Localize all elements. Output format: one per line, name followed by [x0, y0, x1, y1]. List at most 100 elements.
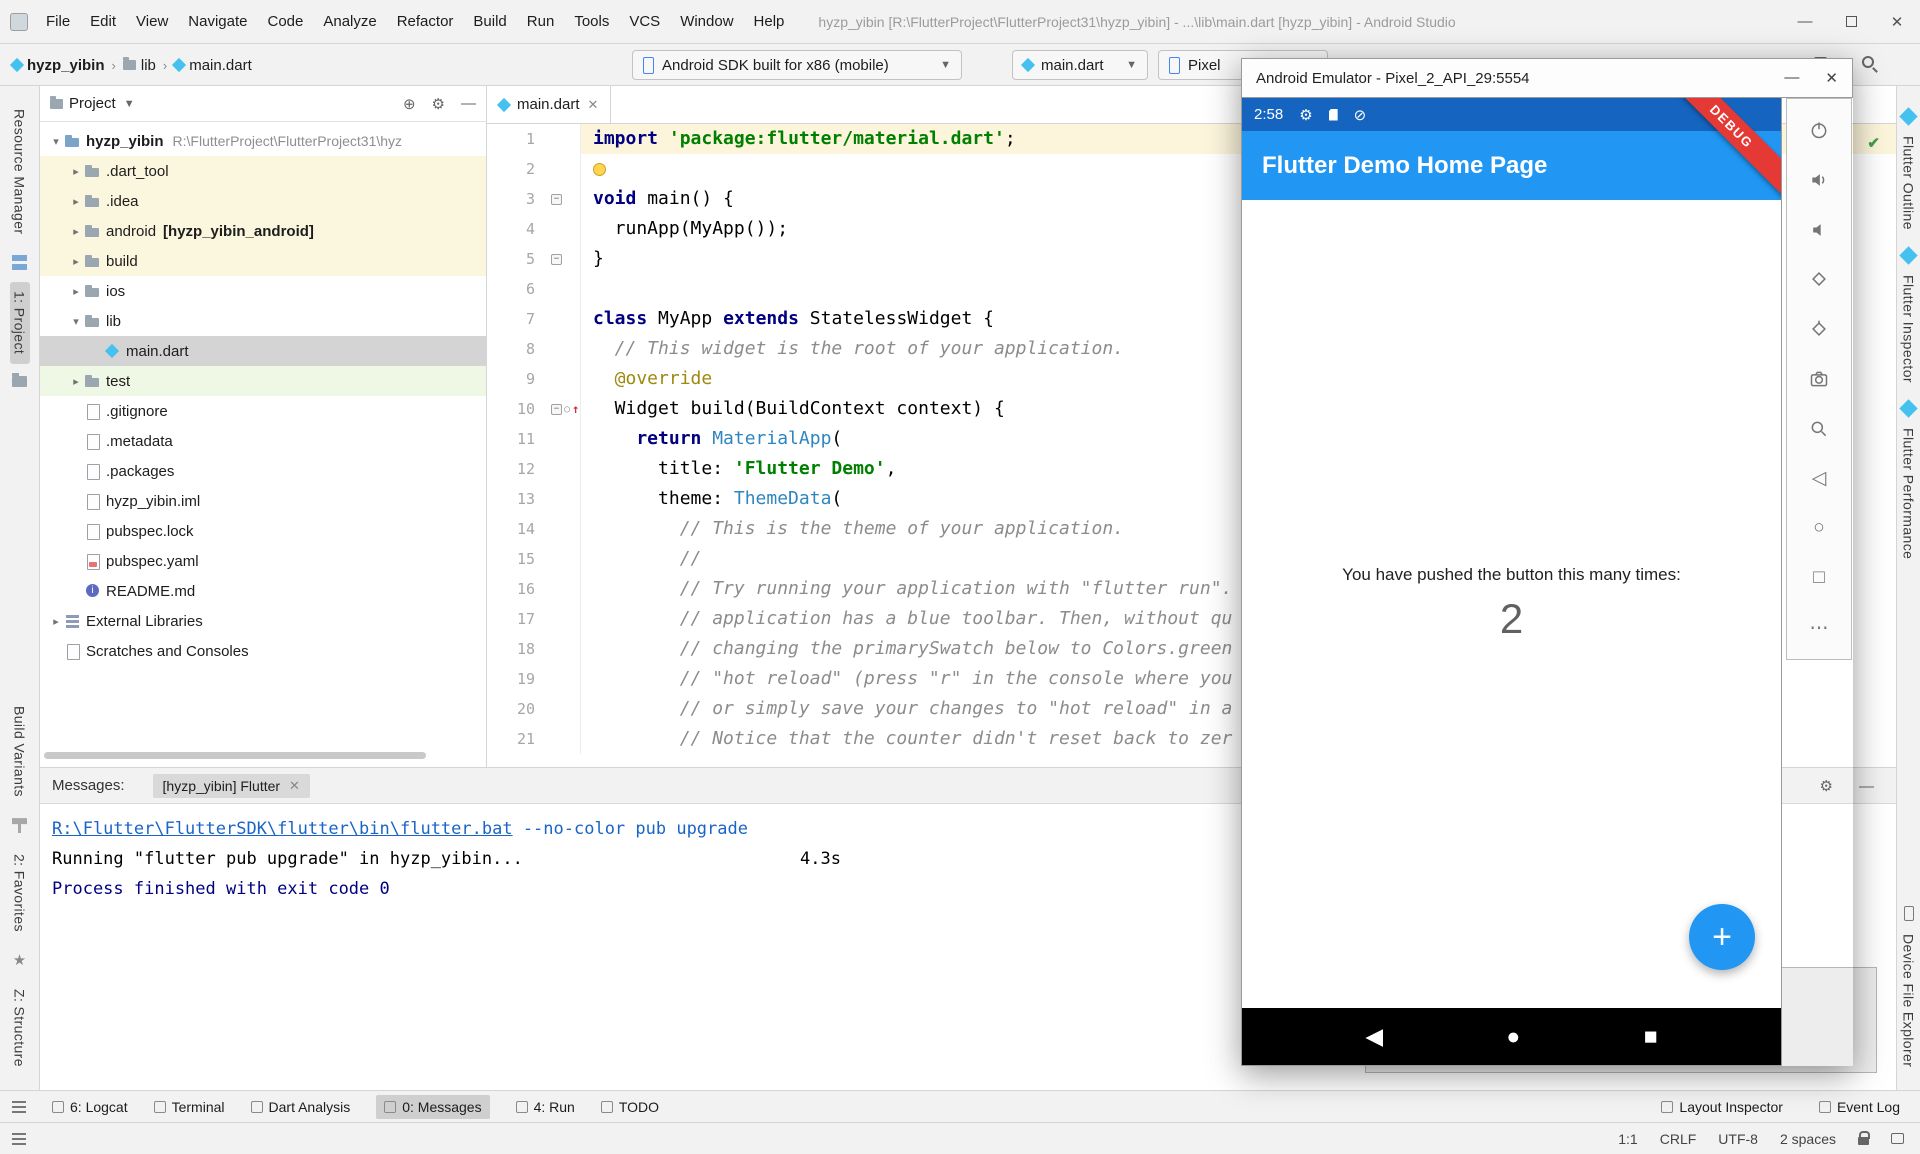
- emulator-title-bar[interactable]: Android Emulator - Pixel_2_API_29:5554 —…: [1241, 58, 1853, 98]
- chevron-down-icon[interactable]: ▾: [68, 315, 84, 328]
- toolwindow-button-4-run[interactable]: 4: Run: [516, 1099, 575, 1115]
- locate-file-icon[interactable]: ⊕: [403, 95, 416, 113]
- close-button[interactable]: ✕: [1874, 0, 1920, 43]
- menu-file[interactable]: File: [36, 13, 80, 30]
- tree-item-pubspec-lock[interactable]: pubspec.lock: [40, 516, 486, 546]
- fold-icon[interactable]: −: [551, 404, 562, 415]
- maximize-button[interactable]: [1828, 0, 1874, 43]
- toolwindow-switcher-icon[interactable]: [12, 1133, 26, 1145]
- device-selector-dropdown[interactable]: Android SDK built for x86 (mobile) ▼: [632, 50, 962, 80]
- tree-item-external-libraries[interactable]: ▸External Libraries: [40, 606, 486, 636]
- tool-button-device-file-explorer[interactable]: Device File Explorer: [1899, 925, 1919, 1076]
- power-icon[interactable]: [1787, 105, 1851, 155]
- line-separator[interactable]: CRLF: [1660, 1131, 1697, 1147]
- toolwindow-button-terminal[interactable]: Terminal: [154, 1099, 225, 1115]
- rotate-left-icon[interactable]: [1787, 254, 1851, 304]
- toolwindow-button-0-messages[interactable]: 0: Messages: [376, 1095, 489, 1119]
- zoom-icon[interactable]: [1787, 404, 1851, 454]
- tree-item-build[interactable]: ▸build: [40, 246, 486, 276]
- emulator-screen[interactable]: 2:58 ⚙ ⊘ Flutter Demo Home Page DEBUG Yo…: [1241, 98, 1782, 1066]
- tool-button-flutter-outline[interactable]: Flutter Outline: [1899, 127, 1919, 239]
- settings-gear-icon[interactable]: ⚙: [432, 95, 445, 113]
- messages-tab-flutter[interactable]: [hyzp_yibin] Flutter ✕: [153, 774, 310, 798]
- toolwindow-button-event-log[interactable]: Event Log: [1819, 1099, 1900, 1115]
- inspections-ok-indicator[interactable]: ✔: [1867, 134, 1880, 152]
- readonly-lock-icon[interactable]: [1858, 1137, 1869, 1145]
- emulator-close-button[interactable]: ✕: [1825, 69, 1838, 87]
- toolwindow-button-dart-analysis[interactable]: Dart Analysis: [251, 1099, 351, 1115]
- overview-icon[interactable]: □: [1787, 553, 1851, 603]
- breadcrumb-item-main-dart[interactable]: main.dart: [174, 57, 252, 74]
- project-panel-title[interactable]: Project: [69, 95, 116, 112]
- hide-panel-icon[interactable]: —: [461, 95, 476, 113]
- fab-increment-button[interactable]: +: [1689, 904, 1755, 970]
- tree-item-scratches-and-consoles[interactable]: Scratches and Consoles: [40, 636, 486, 666]
- menu-build[interactable]: Build: [463, 13, 516, 30]
- chevron-right-icon[interactable]: ▸: [68, 255, 84, 268]
- chevron-right-icon[interactable]: ▸: [68, 225, 84, 238]
- tool-button-flutter-performance[interactable]: Flutter Performance: [1899, 419, 1919, 568]
- menu-help[interactable]: Help: [744, 13, 795, 30]
- nav-back-icon[interactable]: ◀: [1365, 1023, 1383, 1050]
- menu-run[interactable]: Run: [517, 13, 565, 30]
- tree-item-android[interactable]: ▸android[hyzp_yibin_android]: [40, 216, 486, 246]
- toolwindow-button-layout-inspector[interactable]: Layout Inspector: [1661, 1099, 1783, 1115]
- chevron-right-icon[interactable]: ▸: [68, 195, 84, 208]
- tool-button-2-favorites[interactable]: 2: Favorites: [10, 845, 30, 941]
- override-marker-icon[interactable]: ○: [564, 404, 570, 415]
- menu-code[interactable]: Code: [257, 13, 313, 30]
- navigate-super-icon[interactable]: ↑: [572, 402, 579, 416]
- chevron-right-icon[interactable]: ▸: [68, 285, 84, 298]
- minimize-button[interactable]: —: [1782, 0, 1828, 43]
- rotate-right-icon[interactable]: [1787, 304, 1851, 354]
- close-tab-icon[interactable]: ✕: [289, 778, 300, 794]
- back-icon[interactable]: ◁: [1787, 454, 1851, 504]
- breadcrumb-item-lib[interactable]: lib: [123, 57, 156, 74]
- emulator-minimize-button[interactable]: —: [1784, 69, 1799, 87]
- editor-tab-main-dart[interactable]: main.dart ✕: [487, 86, 611, 123]
- tool-button-build-variants[interactable]: Build Variants: [10, 697, 30, 806]
- menu-analyze[interactable]: Analyze: [313, 13, 386, 30]
- tool-button-z-structure[interactable]: Z: Structure: [10, 980, 30, 1076]
- flutter-bat-link[interactable]: R:\Flutter\FlutterSDK\flutter\bin\flutte…: [52, 819, 513, 839]
- tree-item-gitignore[interactable]: .gitignore: [40, 396, 486, 426]
- more-icon[interactable]: ⋯: [1787, 603, 1851, 653]
- hide-panel-icon[interactable]: —: [1859, 778, 1874, 795]
- nav-overview-icon[interactable]: ■: [1644, 1023, 1658, 1050]
- tree-item-metadata[interactable]: .metadata: [40, 426, 486, 456]
- tool-button-1-project[interactable]: 1: Project: [10, 282, 30, 363]
- notifications-icon[interactable]: [1891, 1133, 1904, 1144]
- menu-vcs[interactable]: VCS: [619, 13, 670, 30]
- tree-item-readme-md[interactable]: README.md: [40, 576, 486, 606]
- menu-refactor[interactable]: Refactor: [387, 13, 464, 30]
- file-encoding[interactable]: UTF-8: [1718, 1131, 1758, 1147]
- search-everywhere-button[interactable]: [1862, 55, 1874, 72]
- home-icon[interactable]: ○: [1787, 504, 1851, 554]
- tree-item-packages[interactable]: .packages: [40, 456, 486, 486]
- volume-down-icon[interactable]: [1787, 205, 1851, 255]
- tree-item-main-dart[interactable]: main.dart: [40, 336, 486, 366]
- fold-icon[interactable]: −: [551, 254, 562, 265]
- chevron-down-icon[interactable]: ▼: [124, 98, 135, 110]
- toolwindow-button-6-logcat[interactable]: 6: Logcat: [52, 1099, 128, 1115]
- menu-view[interactable]: View: [126, 13, 178, 30]
- indent-style[interactable]: 2 spaces: [1780, 1131, 1836, 1147]
- tree-item-test[interactable]: ▸test: [40, 366, 486, 396]
- toolwindow-switcher-icon[interactable]: [12, 1101, 26, 1113]
- volume-up-icon[interactable]: [1787, 155, 1851, 205]
- chevron-down-icon[interactable]: ▾: [48, 135, 64, 148]
- menu-navigate[interactable]: Navigate: [178, 13, 257, 30]
- tree-item-pubspec-yaml[interactable]: pubspec.yaml: [40, 546, 486, 576]
- tool-button-flutter-inspector[interactable]: Flutter Inspector: [1899, 266, 1919, 392]
- camera-icon[interactable]: [1787, 354, 1851, 404]
- chevron-right-icon[interactable]: ▸: [48, 615, 64, 628]
- tool-button-resource-manager[interactable]: Resource Manager: [10, 100, 30, 243]
- menu-window[interactable]: Window: [670, 13, 743, 30]
- fold-icon[interactable]: −: [551, 194, 562, 205]
- breadcrumb-item-hyzp-yibin[interactable]: hyzp_yibin: [12, 57, 105, 74]
- horizontal-scrollbar[interactable]: [44, 752, 426, 759]
- tree-item-idea[interactable]: ▸.idea: [40, 186, 486, 216]
- nav-home-icon[interactable]: ●: [1506, 1023, 1520, 1050]
- caret-position[interactable]: 1:1: [1618, 1131, 1637, 1147]
- tree-item-hyzp-yibin[interactable]: ▾hyzp_yibinR:\FlutterProject\FlutterProj…: [40, 126, 486, 156]
